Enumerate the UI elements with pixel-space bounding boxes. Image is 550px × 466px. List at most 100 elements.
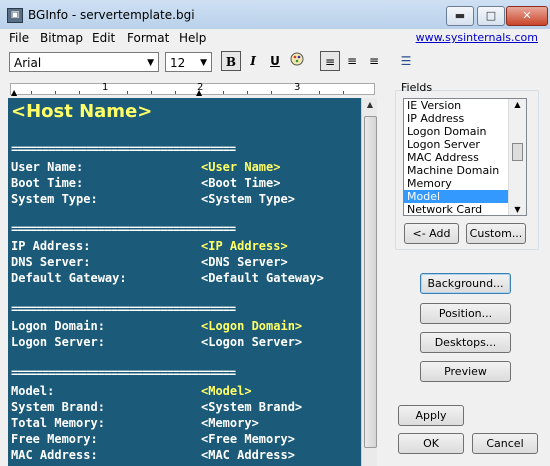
color-picker-button[interactable] [287,51,307,71]
menu-format[interactable]: Format [127,31,169,45]
close-button[interactable]: ✕ [506,6,548,26]
bginfo-app-icon: ▣ [7,8,23,23]
row-label: Free Memory: [11,432,98,446]
row-label: DNS Server: [11,255,91,269]
separator-line: ==================================== [11,222,236,236]
align-left-button[interactable]: ≡ [320,51,340,71]
list-item[interactable]: Network Card [404,203,508,215]
row-value: <Logon Domain> [201,319,303,333]
palette-icon [290,52,304,66]
scroll-thumb[interactable] [364,116,377,448]
list-item[interactable]: MAC Address [404,151,508,164]
italic-button[interactable]: I [243,51,263,71]
bold-button[interactable]: B [221,51,241,71]
ok-button[interactable]: OK [398,433,464,454]
row-label: Logon Domain: [11,319,105,333]
row-value: <IP Address> [201,239,288,253]
row-value: <Boot Time> [201,176,281,190]
bullet-list-button[interactable]: ☰ [396,51,416,71]
chevron-down-icon: ▼ [200,58,207,68]
list-item-selected[interactable]: Model [404,190,508,203]
underline-button[interactable]: U [265,51,285,71]
fields-label: Fields [401,81,433,94]
row-value: <System Type> [201,192,295,206]
background-button[interactable]: Background... [420,273,511,294]
preview-button[interactable]: Preview [420,361,511,382]
minimize-button[interactable]: ▬ [446,6,474,26]
custom-field-button[interactable]: Custom... [466,223,526,244]
row-value: <User Name> [201,160,281,174]
ruler-tick [127,91,128,94]
separator-line: ==================================== [11,302,236,316]
separator-line: ==================================== [11,366,236,380]
font-select[interactable]: Arial ▼ [9,52,159,72]
ruler-tick [79,91,80,94]
desktops-button[interactable]: Desktops... [420,332,511,353]
fields-listbox[interactable]: IE Version IP Address Logon Domain Logon… [403,98,527,216]
scroll-down-icon[interactable]: ▼ [509,205,526,214]
ruler-tick [31,91,32,94]
ruler-tick [271,91,272,94]
window-title: BGInfo - servertemplate.bgi [28,8,195,22]
row-label: IP Address: [11,239,91,253]
scroll-thumb[interactable] [512,143,523,161]
ruler-tick [55,91,56,94]
row-label: User Name: [11,160,84,174]
template-editor[interactable]: <Host Name> ============================… [8,98,361,466]
format-toolbar: Arial ▼ 12 ▼ B I U ≡ ≡ ≡ [0,48,390,78]
scroll-up-icon[interactable]: ▲ [509,100,526,109]
cancel-button[interactable]: Cancel [472,433,538,454]
menu-bar: File Bitmap Edit Format Help www.sysinte… [0,29,550,47]
chevron-down-icon: ▼ [147,58,154,68]
editor-scrollbar[interactable]: ▲ [361,98,377,466]
row-label: Total Memory: [11,416,105,430]
ruler-tick [151,91,152,94]
row-value: <DNS Server> [201,255,288,269]
add-field-button[interactable]: <- Add [404,223,459,244]
list-item[interactable]: IE Version [404,99,508,112]
menu-bitmap[interactable]: Bitmap [40,31,83,45]
ruler-tick [223,91,224,94]
tab-stop-marker-icon[interactable]: ▲ [196,88,202,97]
font-size-select[interactable]: 12 ▼ [165,52,212,72]
title-bar: ▣ BGInfo - servertemplate.bgi ▬ □ ✕ [0,0,550,30]
row-value: <Memory> [201,416,259,430]
row-value: <Free Memory> [201,432,295,446]
menu-file[interactable]: File [9,31,29,45]
list-item[interactable]: IP Address [404,112,508,125]
ruler-tick [343,91,344,94]
fields-scrollbar[interactable]: ▲ ▼ [508,99,526,215]
font-select-value: Arial [14,56,42,70]
row-value: <System Brand> [201,400,303,414]
row-label: System Type: [11,192,98,206]
host-name-field: <Host Name> [11,101,153,122]
ruler: 1 2 3 ▲ ▲ [10,82,375,97]
row-value: <Logon Server> [201,335,303,349]
apply-button[interactable]: Apply [398,405,464,426]
separator-line: ==================================== [11,142,236,156]
row-label: MAC Address: [11,448,98,462]
sysinternals-link[interactable]: www.sysinternals.com [416,31,538,44]
ruler-tick [319,91,320,94]
row-label: System Brand: [11,400,105,414]
row-label: Model: [11,384,55,398]
ruler-mark-3: 3 [294,82,301,93]
row-value: <Model> [201,384,252,398]
row-label: Logon Server: [11,335,105,349]
list-item[interactable]: Machine Domain [404,164,508,177]
position-button[interactable]: Position... [420,303,511,324]
align-right-button[interactable]: ≡ [364,51,384,71]
align-center-button[interactable]: ≡ [342,51,362,71]
row-label: Boot Time: [11,176,84,190]
row-value: <MAC Address> [201,448,295,462]
indent-marker-icon[interactable]: ▲ [11,88,17,97]
font-size-value: 12 [170,56,186,70]
maximize-button[interactable]: □ [477,6,505,26]
scroll-up-icon[interactable]: ▲ [362,100,378,109]
menu-edit[interactable]: Edit [92,31,115,45]
menu-help[interactable]: Help [179,31,206,45]
list-item[interactable]: Logon Server [404,138,508,151]
ruler-mark-1: 1 [102,82,109,93]
list-item[interactable]: Logon Domain [404,125,508,138]
list-item[interactable]: Memory [404,177,508,190]
